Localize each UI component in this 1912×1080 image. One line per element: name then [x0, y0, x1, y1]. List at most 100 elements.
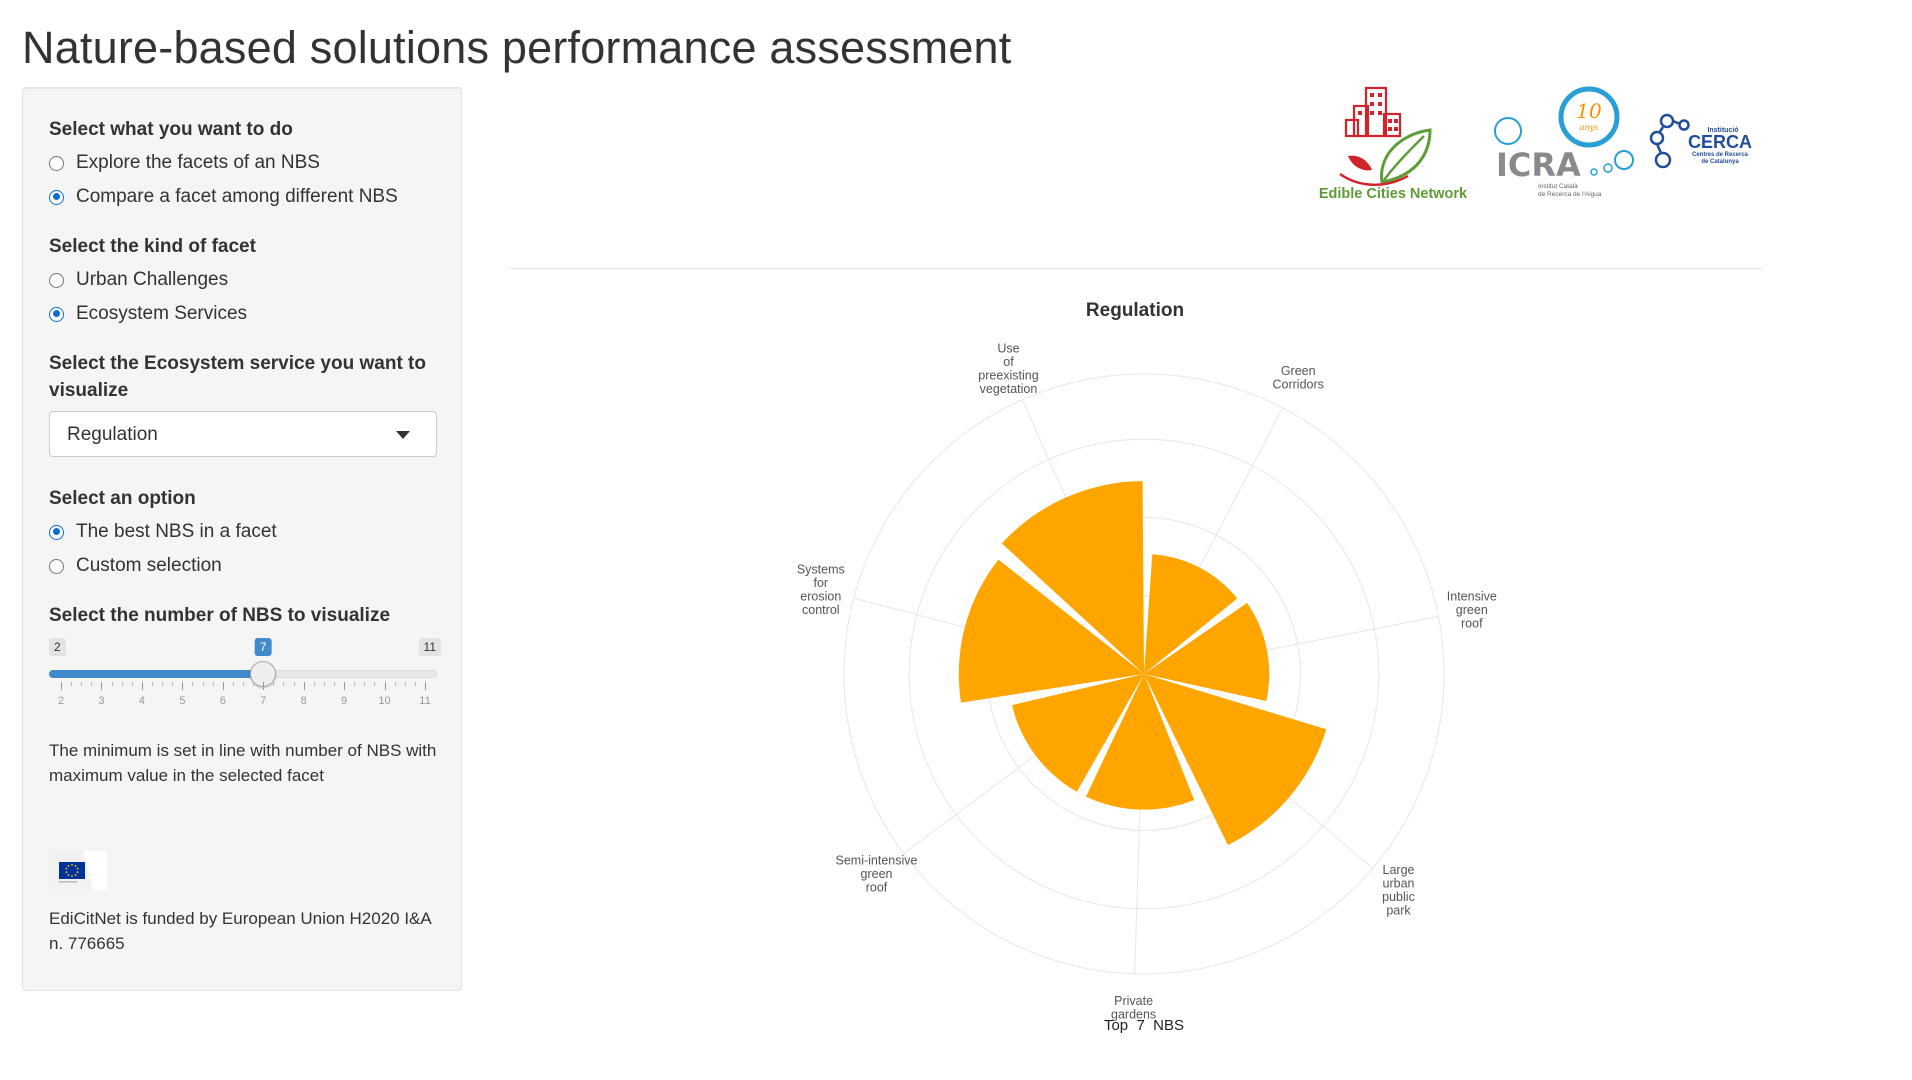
header-divider	[508, 268, 1762, 269]
slider-minor-tick	[81, 682, 83, 686]
icra-sub1: Institut Català	[1538, 183, 1578, 190]
radio-label: Compare a facet among different NBS	[76, 186, 398, 207]
slider-tick	[425, 682, 426, 690]
icra-years-word: anys	[1580, 123, 1599, 132]
slider-minor-tick	[334, 682, 335, 686]
slider-minor-tick	[394, 682, 396, 686]
slider-minor-tick	[323, 682, 325, 686]
slider-tick	[303, 682, 305, 690]
slider-minor-tick	[243, 682, 244, 686]
funding-text: EdiCitNet is funded by European Union H2…	[49, 909, 431, 953]
slider-note: The minimum is set in line with number o…	[49, 741, 437, 785]
slider-ticks: 2 3 4 5 6 7 8 9 10 11	[49, 682, 437, 708]
radio-button[interactable]	[49, 155, 64, 171]
radio-label: The best NBS in a facet	[76, 521, 277, 542]
slider-tick-label: 9	[341, 695, 348, 707]
slider-minor-tick	[273, 682, 275, 686]
select-value: Regulation	[67, 424, 158, 445]
slider-tick-label: 3	[98, 695, 105, 707]
slider-tick-label: 6	[219, 695, 226, 707]
category-label: Use of preexisting vegetation	[978, 342, 1038, 397]
category-label: Green Corridors	[1272, 364, 1323, 392]
radio-custom-selection[interactable]: Custom selection	[49, 552, 222, 580]
slider-minor-tick	[91, 682, 93, 686]
slider-minor-tick	[202, 682, 204, 686]
slider-minor-tick	[111, 682, 113, 686]
radio-button[interactable]	[49, 272, 64, 288]
service-select[interactable]: Regulation	[49, 411, 437, 457]
slider-minor-tick	[253, 682, 255, 686]
category-label: Systems for erosion control	[797, 562, 845, 617]
slider-tick	[263, 682, 265, 690]
icra-text: ICRA	[1496, 146, 1581, 184]
slider-minor-tick	[364, 682, 366, 686]
slider-fill	[49, 670, 264, 678]
cerca-sub2: de Catalunya	[1701, 159, 1739, 165]
slider-tick-label: 11	[419, 695, 431, 707]
slider-max-label: 11	[418, 638, 441, 656]
radio-label: Explore the facets of an NBS	[76, 152, 320, 173]
radio-best-nbs[interactable]: The best NBS in a facet	[49, 518, 277, 546]
slider-label: Select the number of NBS to visualize	[49, 605, 391, 626]
edicitnet-logo: Edible Cities Network	[1319, 86, 1468, 202]
slider-minor-tick	[283, 682, 285, 686]
slider-minor-tick	[293, 682, 295, 686]
icra-years: 10	[1576, 99, 1602, 123]
radio-ecosystem-services[interactable]: Ecosystem Services	[49, 300, 247, 328]
cerca-text: CERCA	[1688, 132, 1752, 152]
slider-tick	[61, 682, 62, 690]
slider-minor-tick	[162, 682, 164, 686]
cerca-sub1: Centres de Recerca	[1692, 152, 1749, 158]
slider-tick	[141, 682, 143, 690]
radio-button[interactable]	[49, 524, 64, 540]
action-label: Select what you want to do	[49, 119, 293, 140]
slider-tick-label: 7	[260, 695, 267, 707]
slider-tick-label: 8	[300, 695, 307, 707]
slider-minor-tick	[121, 682, 123, 686]
slider-tick	[384, 682, 386, 690]
radio-button[interactable]	[49, 306, 64, 322]
radio-explore-facets[interactable]: Explore the facets of an NBS	[49, 149, 320, 177]
chart-bars	[958, 481, 1327, 845]
radio-label: Ecosystem Services	[76, 303, 248, 324]
category-label: Semi-intensive green roof	[836, 854, 918, 895]
slider-minor-tick	[131, 682, 133, 686]
category-label: Intensive green roof	[1447, 589, 1497, 630]
eu-flag-logo	[49, 851, 107, 890]
slider-tick	[222, 682, 224, 690]
category-label: Large urban public park	[1382, 863, 1415, 918]
radio-compare-facet[interactable]: Compare a facet among different NBS	[49, 183, 398, 211]
slider-minor-tick	[152, 682, 153, 686]
radio-button[interactable]	[49, 558, 64, 574]
radio-button[interactable]	[49, 189, 64, 205]
radio-urban-challenges[interactable]: Urban Challenges	[49, 266, 228, 294]
slider-tick-label: 10	[378, 695, 391, 707]
radio-label: Urban Challenges	[76, 269, 229, 290]
slider-minor-tick	[232, 682, 234, 686]
sidebar-panel: Select what you want to do Explore the f…	[22, 87, 462, 991]
nbs-count-slider[interactable]: 2 11 7 2 3 4 5 6 7 8 9 10 11	[49, 638, 441, 708]
slider-minor-tick	[71, 682, 73, 686]
icra-sub2: de Recerca de l'Aigua	[1538, 191, 1602, 198]
option-label: Select an option	[49, 488, 196, 509]
slider-minor-tick	[404, 682, 406, 686]
chevron-down-icon	[396, 431, 410, 439]
slider-min-label: 2	[49, 638, 66, 656]
slider-minor-tick	[354, 682, 356, 686]
edicitnet-logo-text: Edible Cities Network	[1319, 186, 1468, 202]
page-title: Nature-based solutions performance asses…	[22, 22, 1012, 73]
slider-minor-tick	[192, 682, 194, 686]
chart-title: Regulation	[1086, 300, 1184, 321]
slider-minor-tick	[172, 682, 174, 686]
cerca-logo: Institució CERCA Centres de Recerca de C…	[1649, 113, 1752, 169]
service-label: Select the Ecosystem service you want to…	[49, 353, 426, 401]
slider-tick-label: 5	[179, 695, 186, 707]
icra-logo: 10 anys ICRA Institut Català de Recerca …	[1494, 86, 1634, 198]
slider-minor-tick	[313, 682, 315, 686]
facet-label: Select the kind of facet	[49, 236, 256, 257]
slider-tick-label: 2	[57, 695, 65, 707]
slider-tick	[101, 682, 103, 690]
slider-minor-tick	[414, 682, 416, 686]
slider-minor-tick	[374, 682, 376, 686]
regulation-polar-chart: Regulation Green Corridors Intensive green r…	[797, 300, 1497, 1034]
